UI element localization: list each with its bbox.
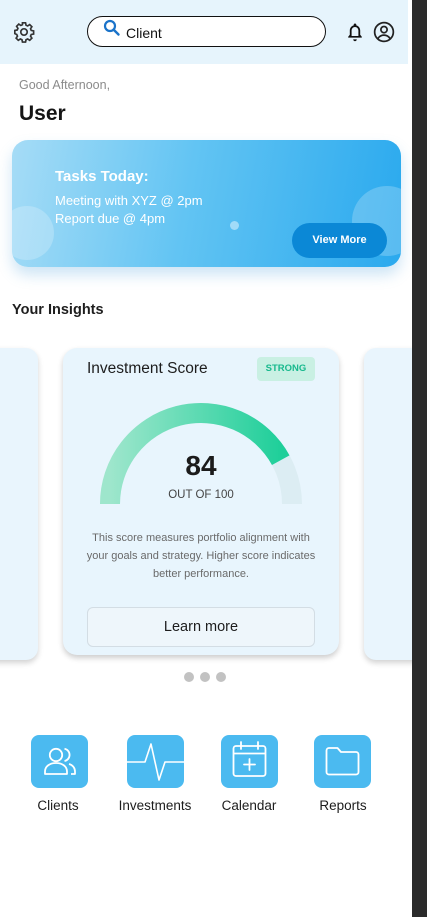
top-bar: Client	[0, 0, 408, 64]
nav-tile[interactable]	[127, 735, 184, 788]
investment-score-card: Investment Score STRONG 84 OUT OF 100 Th…	[63, 348, 339, 655]
nav-label: Reports	[319, 798, 367, 813]
user-name: User	[19, 102, 66, 125]
score-value: 84	[185, 450, 217, 481]
pagination-dot[interactable]	[200, 672, 210, 682]
nav-label: Clients	[37, 798, 79, 813]
search-input[interactable]: Client	[126, 25, 162, 41]
pagination-dot[interactable]	[216, 672, 226, 682]
search-icon	[103, 19, 120, 36]
status-badge: STRONG	[257, 357, 315, 381]
pagination-dot[interactable]	[184, 672, 194, 682]
decor-bubble	[12, 206, 54, 260]
score-description: This score measures portfolio alignment …	[86, 532, 316, 580]
view-more-button[interactable]: View More	[292, 223, 387, 258]
window-edge	[412, 0, 427, 917]
decor-bubble	[230, 221, 239, 230]
gear-icon[interactable]	[13, 21, 35, 43]
users-icon	[44, 747, 76, 775]
greeting-text: Good Afternoon,	[19, 78, 111, 92]
nav-clients[interactable]: Clients	[3, 735, 113, 825]
tasks-title: Tasks Today:	[55, 168, 149, 185]
task-item: Report due @ 4pm	[55, 211, 166, 226]
search-bar[interactable]: Client	[87, 16, 326, 47]
carousel-card-previous[interactable]	[0, 348, 38, 660]
nav-tile[interactable]	[221, 735, 278, 788]
tasks-card: Tasks Today: Meeting with XYZ @ 2pm Repo…	[12, 140, 401, 267]
nav-tile[interactable]	[31, 735, 88, 788]
carousel-card-next[interactable]	[364, 348, 412, 660]
carousel-pagination	[184, 672, 228, 682]
pulse-icon	[127, 743, 184, 781]
folder-icon	[325, 747, 360, 776]
nav-reports[interactable]: Reports	[288, 735, 398, 825]
nav-tile[interactable]	[314, 735, 371, 788]
bell-icon[interactable]	[346, 22, 364, 42]
calendar-add-icon	[232, 741, 267, 777]
score-scale: OUT OF 100	[168, 489, 234, 501]
app-screen: Client Good Afternoon, User Tasks Today:…	[0, 0, 412, 917]
learn-more-button[interactable]: Learn more	[87, 607, 315, 647]
task-item: Meeting with XYZ @ 2pm	[55, 193, 203, 208]
user-circle-icon[interactable]	[373, 21, 395, 43]
insights-heading: Your Insights	[12, 302, 104, 318]
card-title: Investment Score	[87, 360, 208, 377]
